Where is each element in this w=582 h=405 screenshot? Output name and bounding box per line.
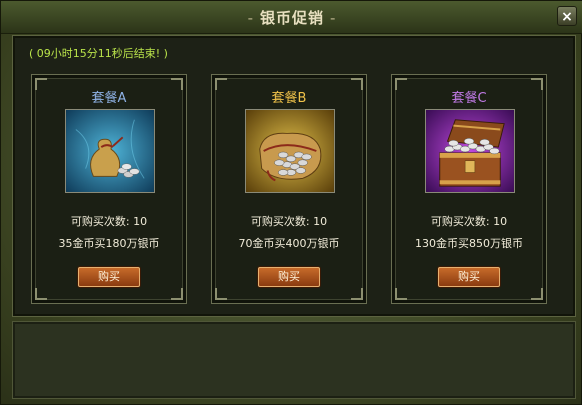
buy-button-b[interactable]: 购买 [258, 267, 320, 287]
package-card-b: 套餐B 可购买次数: 10 70金币买400万银币 购买 [211, 74, 367, 304]
corner-ornament [395, 288, 407, 300]
corner-ornament [531, 288, 543, 300]
purchase-limit: 可购买次数: 10 [430, 215, 508, 228]
package-price: 70金币买400万银币 [238, 237, 340, 250]
buy-button-a[interactable]: 购买 [78, 267, 140, 287]
promo-window: - 银币促销 - × ( 09小时15分11秒后结束! ) 套餐A 可购买次数:… [0, 0, 582, 405]
package-card-a: 套餐A 可购买次数: 10 35金币买180万银币 购买 [31, 74, 187, 304]
purchase-limit: 可购买次数: 10 [70, 215, 148, 228]
window-title-text: 银币促销 [259, 9, 324, 27]
window-title: - 银币促销 - [247, 9, 337, 27]
treasure-chest-icon [425, 109, 515, 193]
packages-panel: ( 09小时15分11秒后结束! ) 套餐A 可购买次数: 10 35金币买18… [12, 35, 576, 317]
corner-ornament [171, 288, 183, 300]
package-title: 套餐A [91, 91, 127, 106]
countdown-timer: ( 09小时15分11秒后结束! ) [29, 47, 168, 60]
corner-ornament [35, 288, 47, 300]
package-card-c: 套餐C 可购买次数: 10 130金币买850万银币 购买 [391, 74, 547, 304]
info-panel [12, 321, 576, 399]
corner-ornament [351, 288, 363, 300]
package-title: 套餐C [451, 91, 487, 106]
package-price: 35金币买180万银币 [58, 237, 160, 250]
title-bar[interactable]: - 银币促销 - × [1, 1, 582, 34]
small-money-bag-icon [65, 109, 155, 193]
corner-ornament [215, 288, 227, 300]
purchase-limit: 可购买次数: 10 [250, 215, 328, 228]
silver-coin-sack-icon [245, 109, 335, 193]
package-price: 130金币买850万银币 [415, 237, 523, 250]
close-button[interactable]: × [557, 6, 577, 26]
buy-button-c[interactable]: 购买 [438, 267, 500, 287]
package-title: 套餐B [271, 91, 307, 106]
